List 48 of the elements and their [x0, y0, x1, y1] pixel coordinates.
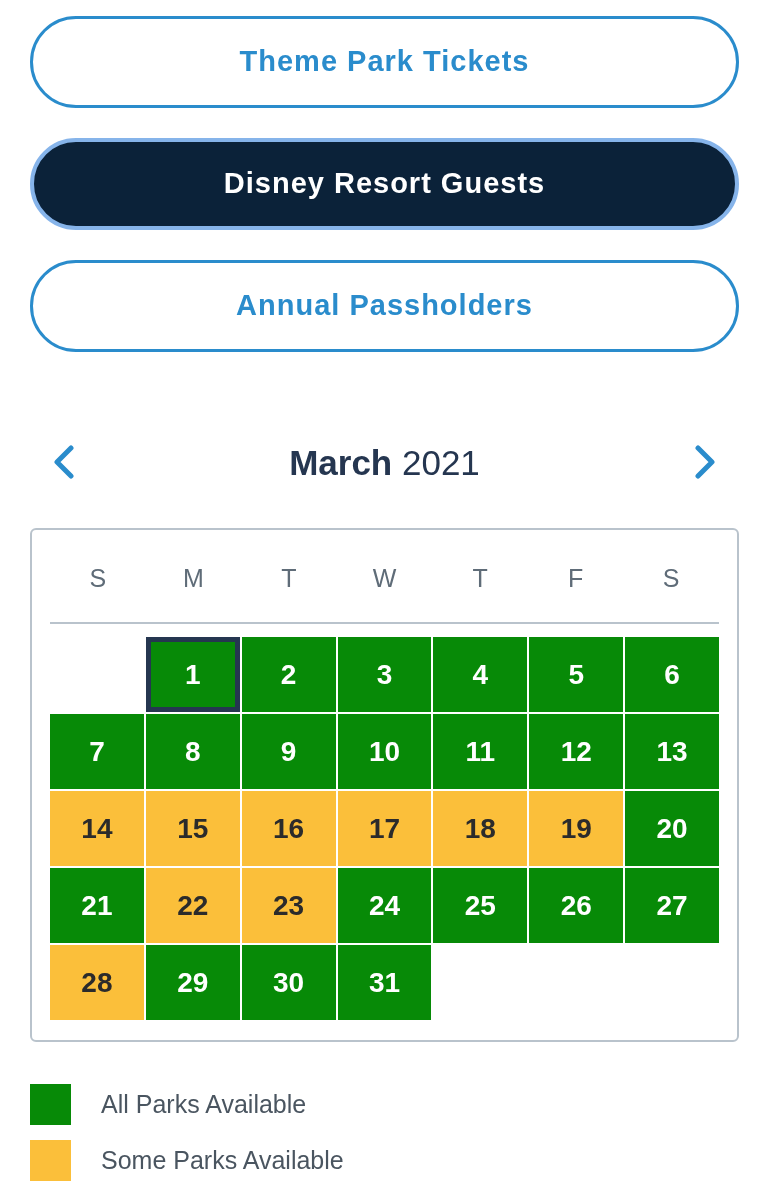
- month-title: March 2021: [289, 444, 480, 480]
- date-cell[interactable]: 29: [145, 945, 240, 1020]
- date-cell[interactable]: 8: [145, 714, 240, 789]
- weekday-label: W: [372, 565, 397, 591]
- next-month-button[interactable]: [693, 445, 717, 479]
- tab-button[interactable]: Disney Resort Guests: [30, 138, 739, 230]
- date-cell[interactable]: 18: [433, 791, 528, 866]
- date-cell[interactable]: 6: [625, 637, 719, 712]
- date-cell[interactable]: 1: [145, 637, 240, 712]
- date-cell[interactable]: 2: [241, 637, 336, 712]
- tab-button[interactable]: Annual Passholders: [30, 260, 739, 352]
- previous-month-button[interactable]: [52, 445, 76, 479]
- date-cell[interactable]: 17: [337, 791, 432, 866]
- date-cell[interactable]: 10: [337, 714, 432, 789]
- legend-label: All Parks Available: [101, 1088, 307, 1120]
- date-cell[interactable]: 19: [529, 791, 624, 866]
- date-cell[interactable]: 22: [145, 868, 240, 943]
- date-cell[interactable]: 26: [529, 868, 624, 943]
- date-cell[interactable]: 12: [529, 714, 624, 789]
- date-cell[interactable]: 31: [337, 945, 432, 1020]
- date-cell[interactable]: 7: [50, 714, 144, 789]
- chevron-left-icon: [52, 445, 76, 479]
- date-cell[interactable]: 15: [145, 791, 240, 866]
- chevron-right-icon: [693, 445, 717, 479]
- weekday-label: S: [89, 565, 107, 591]
- legend-label: Some Parks Available: [101, 1144, 344, 1176]
- date-cell[interactable]: 11: [433, 714, 528, 789]
- date-cell[interactable]: 5: [529, 637, 624, 712]
- weekday-label: S: [662, 565, 680, 591]
- date-cell[interactable]: 16: [241, 791, 336, 866]
- date-cell[interactable]: 14: [50, 791, 144, 866]
- weekday-label: T: [281, 565, 297, 591]
- date-cell[interactable]: 27: [625, 868, 719, 943]
- date-cell[interactable]: 24: [337, 868, 432, 943]
- date-cell[interactable]: 20: [625, 791, 719, 866]
- weekday-label: M: [182, 565, 204, 591]
- weekday-label: T: [472, 565, 488, 591]
- date-cell[interactable]: 3: [337, 637, 432, 712]
- date-cell[interactable]: 30: [241, 945, 336, 1020]
- tab-button[interactable]: Theme Park Tickets: [30, 16, 739, 108]
- date-cell[interactable]: 4: [433, 637, 528, 712]
- date-cell[interactable]: 28: [50, 945, 144, 1020]
- date-cell[interactable]: 13: [625, 714, 719, 789]
- date-cell[interactable]: 9: [241, 714, 336, 789]
- date-cell[interactable]: 23: [241, 868, 336, 943]
- weekday-label: F: [568, 565, 584, 591]
- date-cell[interactable]: 25: [433, 868, 528, 943]
- date-cell[interactable]: 21: [50, 868, 144, 943]
